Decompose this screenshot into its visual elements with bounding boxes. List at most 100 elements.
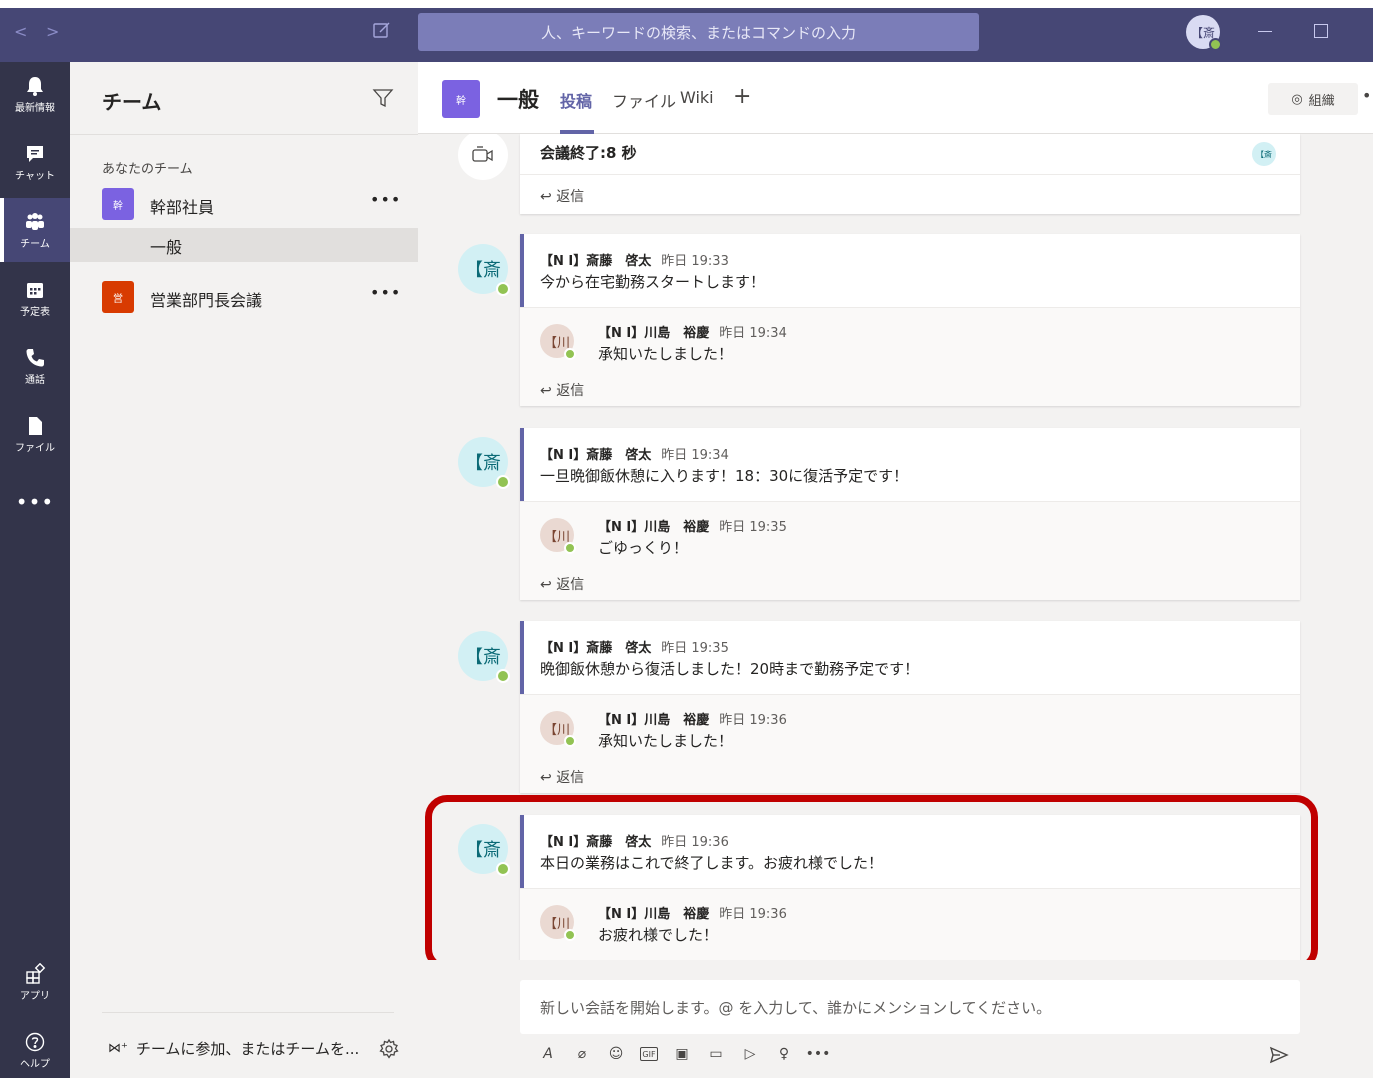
timestamp: 昨日 19:35 [661, 641, 729, 656]
channel-more-button[interactable]: •• [1362, 86, 1373, 105]
reply-text: 承知いたしました！ [598, 732, 734, 750]
search-input[interactable]: 人、キーワードの検索、またはコマンドの入力 [418, 13, 979, 51]
avatar[interactable]: 【川 [540, 324, 576, 360]
thread-accent [520, 621, 524, 695]
rail-item-help[interactable]: ヘルプ [0, 1018, 70, 1078]
avatar[interactable]: 【斎 [458, 244, 510, 296]
compose-toolbar: A ⌀ ☺ GIF ▣ ▭ ▷ ♀ ••• [538, 1042, 831, 1066]
presence-indicator [564, 348, 576, 360]
team-name: 営業部門長会議 [150, 291, 263, 310]
divider [102, 1012, 394, 1013]
send-icon[interactable] [1268, 1044, 1290, 1066]
author-name[interactable]: 【N I】斎藤 啓太 [540, 641, 651, 656]
timestamp: 昨日 19:34 [719, 326, 787, 341]
reply-label: 返信 [556, 383, 585, 399]
teams-panel: チーム あなたのチーム 幹 幹部社員 ••• 一般 営 営業部門長会議 ••• … [70, 62, 418, 1078]
message-list[interactable]: 会議終了:8 秒 【斎 ↩ 返信 【斎 【N I】斎藤 啓太 昨日 19:33 今… [418, 134, 1373, 960]
author-name[interactable]: 【N I】斎藤 啓太 [540, 448, 651, 463]
message-header: 【N I】斎藤 啓太 昨日 19:36 [540, 831, 729, 850]
channel-item[interactable]: 一般 [70, 228, 418, 262]
stream-icon[interactable]: ▷ [740, 1044, 760, 1064]
minimize-button[interactable] [1258, 31, 1272, 32]
team-more-button[interactable]: ••• [370, 283, 401, 302]
rail-label: チーム [20, 238, 50, 250]
more-icon[interactable]: ••• [806, 1044, 831, 1064]
author-name[interactable]: 【N I】川島 裕慶 [598, 326, 709, 341]
reply-button[interactable]: ↩ 返信 [540, 574, 584, 594]
filter-icon[interactable] [372, 87, 394, 109]
org-label: 組織 [1308, 93, 1335, 109]
avatar-initial: 【川 [543, 335, 570, 351]
add-tab-button[interactable]: + [733, 84, 751, 109]
author-name[interactable]: 【N I】川島 裕慶 [598, 520, 709, 535]
gif-icon[interactable]: GIF [640, 1047, 658, 1061]
reply-button[interactable]: ↩ 返信 [540, 767, 584, 787]
message-text: 本日の業務はこれで終了します。お疲れ様でした！ [540, 854, 884, 872]
team-avatar: 幹 [102, 188, 134, 220]
rail-item-files[interactable]: ファイル [0, 402, 70, 466]
presence-indicator [496, 282, 510, 296]
thread-accent [520, 815, 524, 889]
avatar[interactable]: 【斎 [458, 437, 510, 489]
replies-section: 【川 【N I】川島 裕慶 昨日 19:35 ごゆっくり！ ↩ 返信 [520, 502, 1300, 600]
tab-wiki[interactable]: Wiki [680, 88, 714, 107]
rail-item-calendar[interactable]: 予定表 [0, 266, 70, 330]
help-icon [25, 1032, 45, 1051]
team-avatar: 営 [102, 281, 134, 313]
tab-files[interactable]: ファイル [612, 88, 676, 112]
team-name: 幹部社員 [150, 198, 215, 217]
avatar[interactable]: 【川 [540, 711, 576, 747]
rail-more-button[interactable]: ••• [0, 490, 70, 514]
thread-accent [520, 234, 524, 308]
emoji-icon[interactable]: ☺ [606, 1044, 626, 1064]
rail-label: ファイル [15, 442, 55, 454]
timestamp: 昨日 19:33 [661, 254, 729, 269]
back-arrow-icon[interactable]: < [14, 22, 27, 41]
replies-section: 【川 【N I】川島 裕慶 昨日 19:36 承知いたしました！ ↩ 返信 [520, 695, 1300, 793]
rail-item-teams[interactable]: チーム [0, 198, 70, 262]
forward-arrow-icon[interactable]: > [46, 22, 59, 41]
message-header: 【N I】斎藤 啓太 昨日 19:35 [540, 637, 729, 656]
avatar[interactable]: 【斎 [458, 631, 510, 683]
format-icon[interactable]: A [538, 1044, 558, 1064]
rail-item-calls[interactable]: 通話 [0, 334, 70, 398]
reply-button[interactable]: ↩ 返信 [540, 380, 584, 400]
panel-title: チーム [102, 90, 162, 114]
reply-label: 返信 [556, 189, 585, 205]
tab-posts[interactable]: 投稿 [560, 88, 592, 112]
avatar[interactable]: 【斎 [458, 824, 510, 876]
join-teams-button[interactable]: ⋈⁺ チームに参加、またはチームを... [108, 1038, 359, 1059]
org-button[interactable]: ◎ 組織 [1268, 83, 1358, 115]
rail-item-chat[interactable]: チャット [0, 130, 70, 194]
new-chat-icon[interactable] [372, 20, 392, 40]
add-people-icon: ⋈⁺ [108, 1041, 128, 1056]
maximize-button[interactable] [1314, 24, 1328, 38]
reply-text: 承知いたしました！ [598, 345, 734, 363]
author-name[interactable]: 【N I】斎藤 啓太 [540, 254, 651, 269]
author-name[interactable]: 【N I】川島 裕慶 [598, 907, 709, 922]
team-item[interactable]: 営 営業部門長会議 ••• [70, 277, 418, 317]
compose-input[interactable]: 新しい会話を開始します。@ を入力して、誰かにメンションしてください。 [520, 980, 1300, 1034]
profile-avatar[interactable]: 【斎 [1186, 15, 1222, 51]
praise-icon[interactable]: ♀ [774, 1044, 794, 1064]
calendar-icon [27, 282, 43, 298]
presence-indicator [564, 929, 576, 941]
author-name[interactable]: 【N I】川島 裕慶 [598, 713, 709, 728]
rail-label: アプリ [20, 990, 50, 1002]
compose-area: 新しい会話を開始します。@ を入力して、誰かにメンションしてください。 A ⌀ … [418, 960, 1373, 1078]
avatar[interactable]: 【川 [540, 518, 576, 554]
message-thread: 【N I】斎藤 啓太 昨日 19:34 一旦晩御飯休憩に入ります！18：30に復活… [520, 428, 1300, 600]
gear-icon[interactable] [378, 1038, 400, 1060]
rail-item-apps[interactable]: アプリ [0, 950, 70, 1014]
reply-button[interactable]: ↩ 返信 [540, 186, 584, 206]
author-name[interactable]: 【N I】斎藤 啓太 [540, 835, 651, 850]
team-more-button[interactable]: ••• [370, 190, 401, 209]
presence-indicator [496, 862, 510, 876]
meet-now-icon[interactable]: ▭ [706, 1044, 726, 1064]
attach-icon[interactable]: ⌀ [572, 1044, 592, 1064]
avatar[interactable]: 【川 [540, 905, 576, 941]
sticker-icon[interactable]: ▣ [672, 1044, 692, 1064]
rail-item-activity[interactable]: 最新情報 [0, 62, 70, 126]
channel-title: 一般 [497, 88, 539, 112]
team-item[interactable]: 幹 幹部社員 ••• [70, 184, 418, 224]
